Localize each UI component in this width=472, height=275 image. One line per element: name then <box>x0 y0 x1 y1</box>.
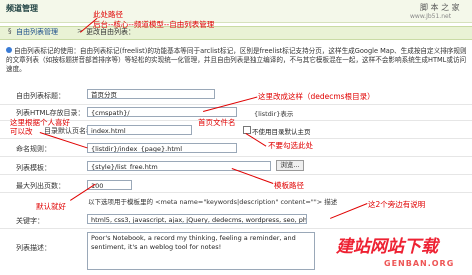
template-label: 列表模板： <box>16 164 51 172</box>
meta-note: 以下选项用于模板里的 <meta name="keywords|descript… <box>88 198 338 206</box>
annotation-left2: 可以改 <box>10 127 33 136</box>
breadcrumb-bullet: § <box>8 27 12 35</box>
row-divider <box>0 138 472 139</box>
usage-description-text: 自由列表标记的使用：自由列表标记(freelist)的功能基本等同于arclis… <box>6 47 467 73</box>
row-divider <box>0 156 472 157</box>
maxpage-label: 最大列出页数： <box>16 182 65 190</box>
annotation-checkbox: 不要勾选此处 <box>268 141 313 150</box>
desc-label: 列表描述： <box>16 244 51 252</box>
annotation-maxpage: 默认就好 <box>36 202 66 211</box>
breadcrumb-link-freelist[interactable]: 自由列表管理 <box>16 27 58 37</box>
template-input[interactable]: {style}/list_free.htm <box>87 161 271 171</box>
keywords-label: 关键字： <box>16 217 44 225</box>
keywords-input[interactable]: html5, css3, javascript, ajax, jQuery, d… <box>87 214 307 224</box>
annotation-dir: 这里改成这样（dedecms根目录） <box>258 92 375 101</box>
no-default-checkbox-label: 不使用目录默认主页 <box>252 128 311 136</box>
annotation-template: 模板路径 <box>274 181 304 190</box>
index-input[interactable]: index.html <box>87 125 192 135</box>
naming-label: 命名规则： <box>16 145 51 153</box>
desc-textarea[interactable]: Poor's Notebook, a record my thinking, f… <box>87 232 315 270</box>
page-title: 频道管理 <box>6 4 38 13</box>
dir-hint: {listdir}表示 <box>254 110 294 118</box>
annotation-right: 这2个旁边有说明 <box>368 200 426 209</box>
top-bar <box>0 0 472 23</box>
watermark-domain: GENBAN.ORG <box>384 259 455 268</box>
site-url: www.Jb51.net <box>410 13 452 20</box>
row-divider <box>0 174 472 175</box>
row-divider <box>0 120 472 121</box>
annotation-path: 后台--核心--频道模型--自由列表管理 <box>93 20 215 29</box>
watermark-logo: 建站网站下载 <box>336 237 438 257</box>
naming-input[interactable]: {listdir}/index_{page}.html <box>87 143 237 153</box>
row-divider <box>0 104 472 105</box>
row-divider <box>0 192 472 193</box>
breadcrumb <box>0 26 472 40</box>
annotation-index: 首页文件名 <box>198 118 236 127</box>
row-divider <box>0 228 472 229</box>
info-icon <box>6 47 12 53</box>
browse-button[interactable]: 浏览... <box>276 160 304 171</box>
title-label: 自由列表标题： <box>16 92 65 100</box>
usage-description: 自由列表标记的使用：自由列表标记(freelist)的功能基本等同于arclis… <box>6 47 470 74</box>
site-brand: 脚 本 之 家 <box>420 3 460 12</box>
title-input[interactable]: 首页分页 <box>87 89 215 99</box>
